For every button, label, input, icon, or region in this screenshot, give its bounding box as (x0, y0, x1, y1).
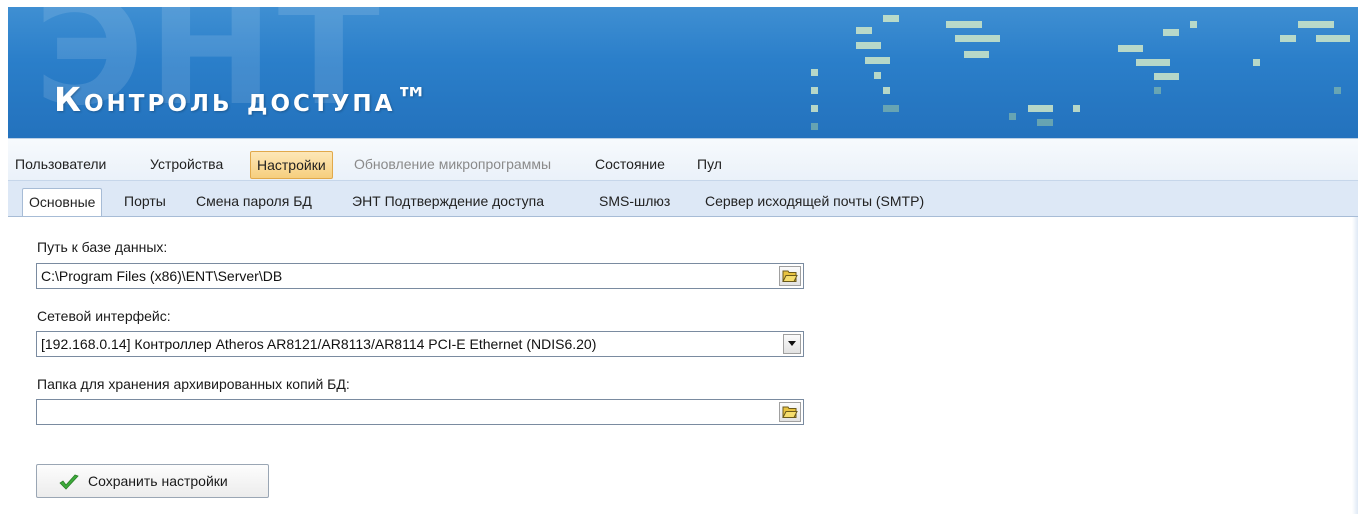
tab-status[interactable]: Состояние (589, 151, 671, 179)
network-interface-label: Сетевой интерфейс: (37, 308, 171, 324)
backup-folder-label: Папка для хранения архивированных копий … (37, 376, 350, 392)
network-interface-dropdown-button[interactable] (783, 334, 801, 354)
network-interface-select[interactable]: [192.168.0.14] Контроллер Atheros AR8121… (36, 331, 804, 357)
backup-folder-input[interactable] (37, 400, 767, 424)
tab-users[interactable]: Пользователи (9, 151, 112, 179)
app-window: ЭНТ Контроль доступа™ Пользователи Устро… (8, 7, 1358, 514)
db-path-browse-button[interactable] (779, 266, 801, 286)
backup-folder-field (36, 399, 804, 425)
subtab-access-confirmation[interactable]: ЭНТ Подтверждение доступа (346, 188, 550, 216)
subtab-smtp[interactable]: Сервер исходящей почты (SMTP) (699, 188, 930, 216)
db-path-input[interactable] (37, 264, 767, 288)
backup-folder-browse-button[interactable] (779, 402, 801, 422)
network-interface-value: [192.168.0.14] Контроллер Atheros AR8121… (41, 336, 597, 352)
settings-panel: Путь к базе данных: Сетевой интерфейс: [… (8, 216, 1358, 514)
tab-devices[interactable]: Устройства (144, 151, 229, 179)
checkmark-icon (59, 474, 79, 490)
main-tab-bar: Пользователи Устройства Настройки Обновл… (8, 138, 1358, 181)
folder-open-icon (782, 270, 798, 282)
tab-firmware-update: Обновление микропрограммы (354, 156, 552, 172)
subtab-general[interactable]: Основные (22, 188, 103, 218)
folder-open-icon (782, 406, 798, 418)
app-logo: Контроль доступа™ (54, 80, 432, 119)
save-settings-label: Сохранить настройки (88, 473, 228, 489)
tab-pool[interactable]: Пул (691, 151, 728, 179)
db-path-label: Путь к базе данных: (37, 239, 168, 255)
header-banner: ЭНТ Контроль доступа™ (8, 7, 1358, 138)
chevron-down-icon (788, 341, 796, 346)
subtab-sms-gateway[interactable]: SMS-шлюз (593, 188, 676, 216)
save-settings-button[interactable]: Сохранить настройки (36, 464, 269, 498)
subtab-ports[interactable]: Порты (118, 188, 172, 216)
tab-settings[interactable]: Настройки (250, 151, 333, 179)
settings-subtab-bar: Основные Порты Смена пароля БД ЭНТ Подтв… (8, 180, 1358, 218)
db-path-field (36, 263, 804, 289)
subtab-db-password[interactable]: Смена пароля БД (190, 188, 318, 216)
